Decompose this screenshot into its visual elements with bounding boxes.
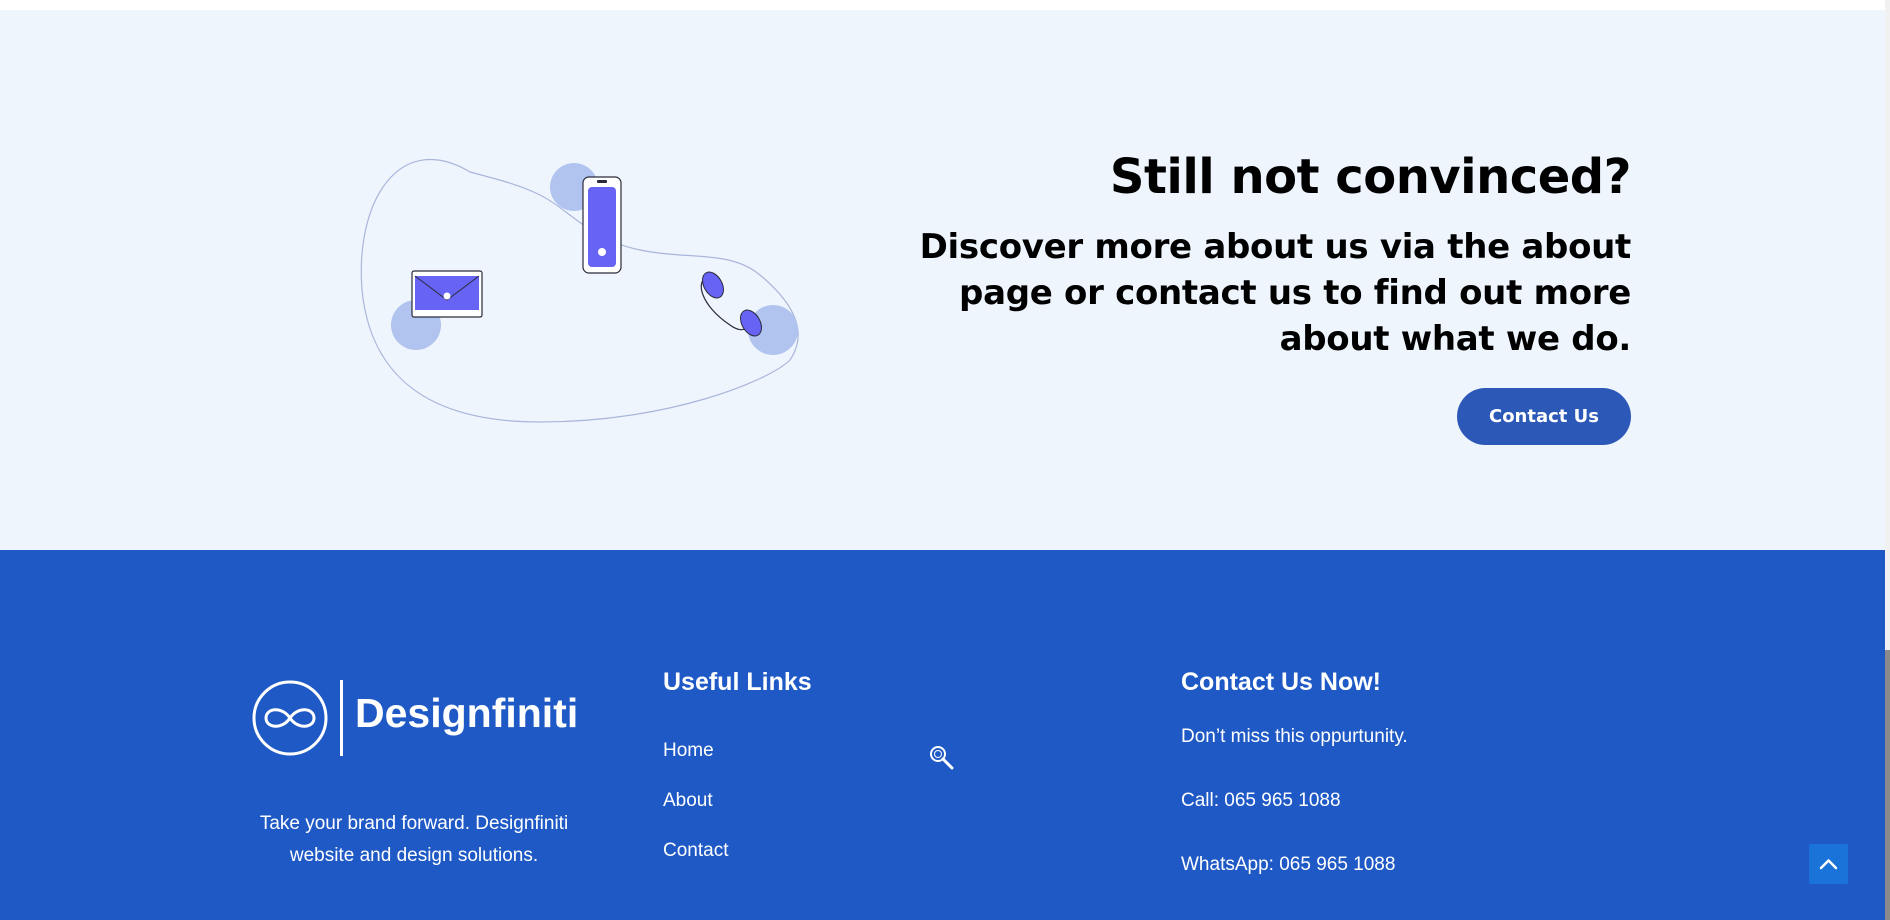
contact-whatsapp[interactable]: WhatsApp: 065 965 1088 [1181, 854, 1395, 876]
contact-heading: Contact Us Now! [1181, 668, 1381, 696]
search-icon[interactable] [927, 743, 957, 773]
scrollbar-thumb[interactable] [1885, 650, 1890, 920]
contact-phone[interactable]: Call: 065 965 1088 [1181, 790, 1341, 812]
cta-subtitle: Discover more about us via the about pag… [919, 227, 1632, 359]
footer-link-home[interactable]: Home [663, 740, 714, 762]
contact-us-button[interactable]: Contact Us [1456, 388, 1631, 445]
contact-tagline: Don’t miss this oppurtunity. [1181, 726, 1408, 747]
page: Still not convinced? Discover more about… [0, 0, 1890, 920]
logo-divider [340, 680, 343, 756]
footer-link-contact[interactable]: Contact [663, 840, 728, 862]
brand-tagline: Take your brand forward. Designfiniti we… [259, 813, 569, 866]
back-to-top-button[interactable] [1809, 844, 1848, 884]
useful-links-heading: Useful Links [663, 668, 812, 696]
footer-link-about[interactable]: About [663, 790, 713, 812]
brand-name: Designfiniti [355, 690, 579, 736]
cta-text-block: Still not convinced? Discover more about… [871, 146, 1632, 445]
top-strip [0, 0, 1885, 10]
chevron-up-icon [1819, 859, 1838, 870]
site-footer: Designfiniti Take your brand forward. De… [0, 550, 1885, 920]
infinity-icon [252, 680, 328, 756]
cta-section: Still not convinced? Discover more about… [0, 10, 1885, 550]
cta-title: Still not convinced? [1109, 149, 1632, 205]
brand-logo[interactable]: Designfiniti [252, 678, 582, 758]
contact-illustration [360, 158, 799, 423]
